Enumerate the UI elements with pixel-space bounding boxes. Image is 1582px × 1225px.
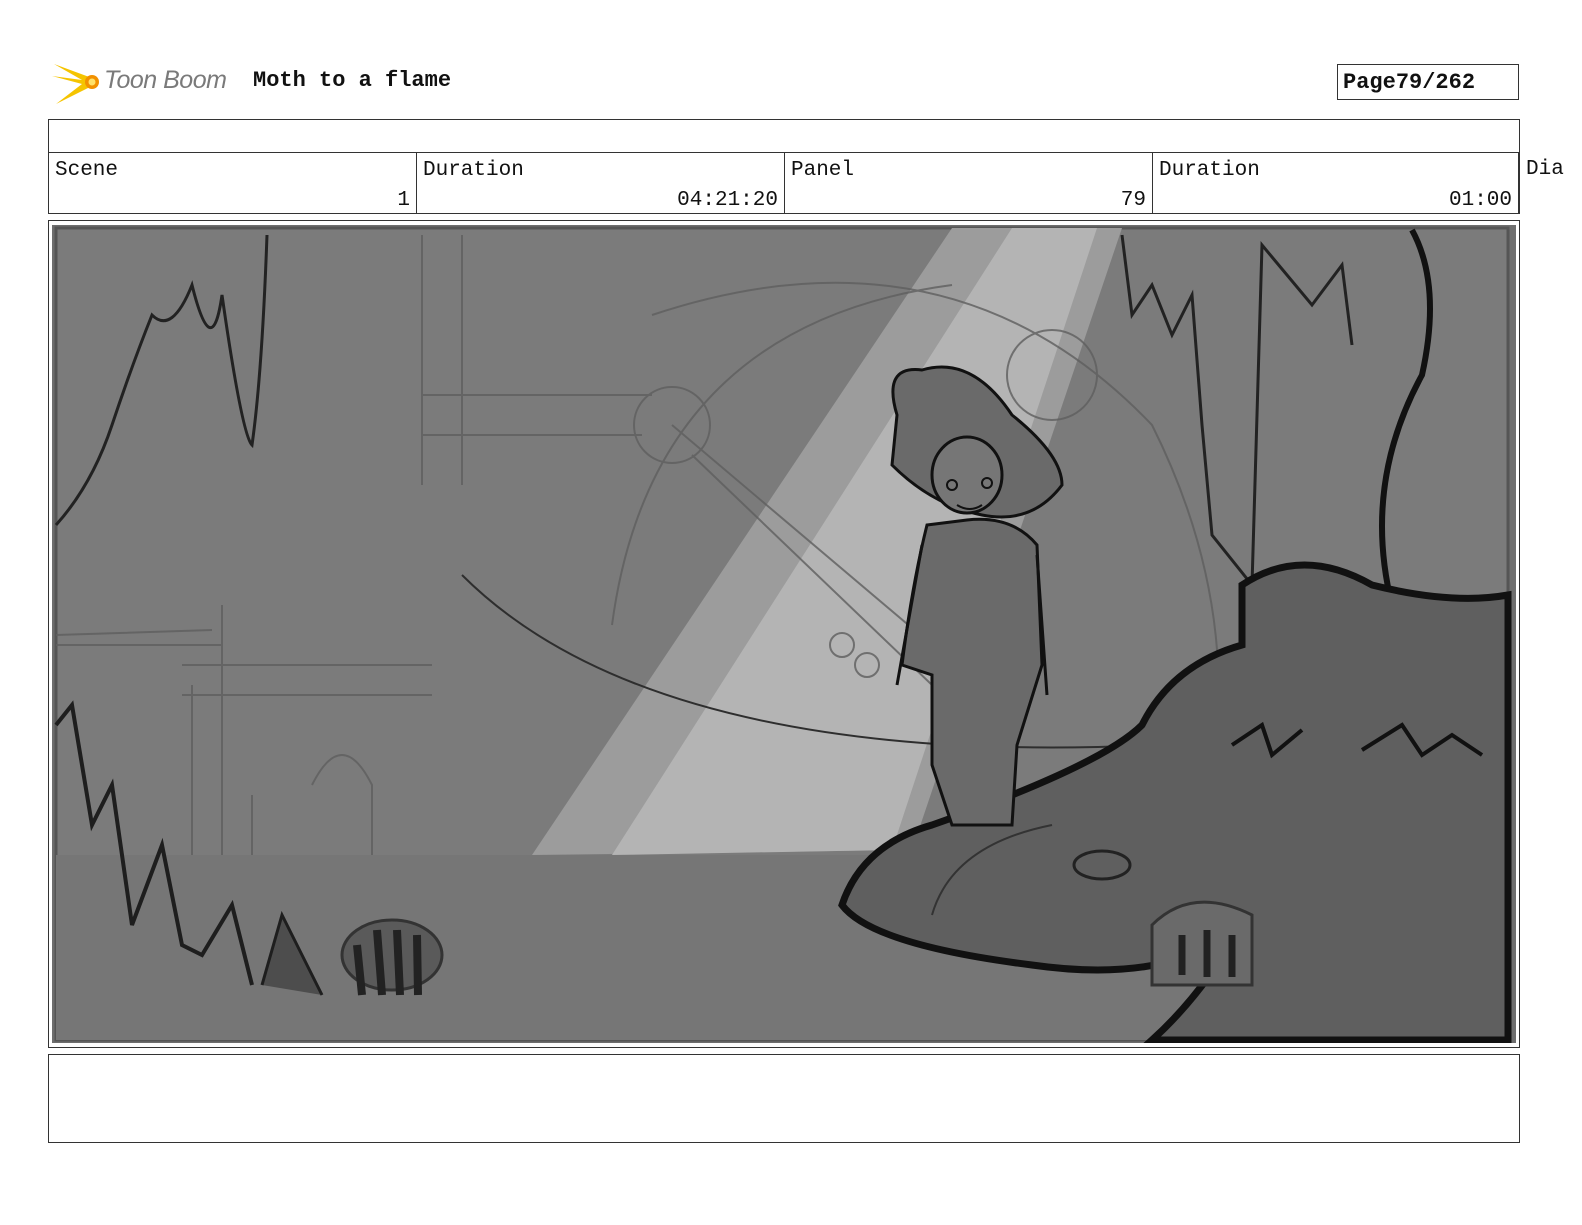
storyboard-sketch-image xyxy=(52,225,1516,1043)
logo-text: Toon Boom xyxy=(104,66,227,94)
scene-duration-value: 04:21:20 xyxy=(677,189,778,212)
page-value: 79/262 xyxy=(1395,69,1476,95)
panel-duration-value: 01:00 xyxy=(1448,189,1512,212)
page-label: Page xyxy=(1343,69,1396,95)
panel-value: 79 xyxy=(1120,189,1146,212)
info-row: Scene 1 Duration 04:21:20 Panel 79 Durat… xyxy=(48,152,1520,214)
storyboard-panel xyxy=(48,220,1520,1048)
scene-cell: Scene 1 xyxy=(49,153,417,213)
header-strip xyxy=(48,119,1520,152)
panel-duration-cell: Duration 01:00 xyxy=(1153,153,1519,213)
notes-box xyxy=(48,1054,1520,1143)
scene-label: Scene xyxy=(55,159,119,182)
panel-label: Panel xyxy=(791,159,855,182)
panel-cell: Panel 79 xyxy=(785,153,1153,213)
document-title: Moth to a flame xyxy=(253,68,452,93)
panel-duration-label: Duration xyxy=(1159,159,1260,182)
scene-value: 1 xyxy=(397,189,410,212)
page-indicator: Page 79/262 xyxy=(1337,64,1519,100)
scene-duration-label: Duration xyxy=(423,159,524,182)
scene-duration-cell: Duration 04:21:20 xyxy=(417,153,785,213)
logo-burst-icon xyxy=(52,64,99,104)
dialogue-label-clipped: Dia xyxy=(1526,158,1564,181)
